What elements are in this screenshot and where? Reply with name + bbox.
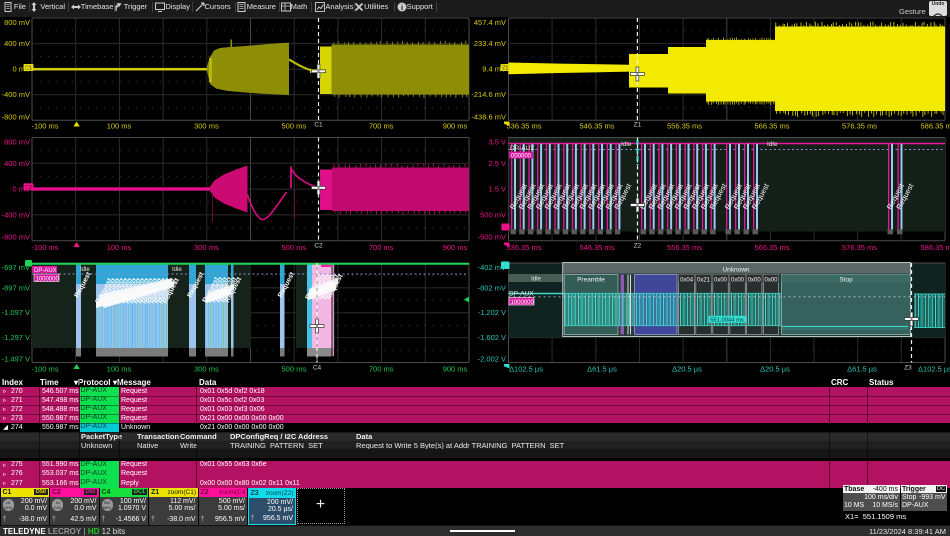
svg-text:Idle: Idle (80, 267, 90, 273)
svg-text:Δ61.5 µs: Δ61.5 µs (587, 365, 617, 374)
svg-text:Δ102.5 µs: Δ102.5 µs (509, 365, 543, 374)
svg-text:-100 ms: -100 ms (31, 122, 58, 131)
svg-text:1000000: 1000000 (36, 276, 60, 282)
svg-text:551.0044 ms: 551.0044 ms (710, 317, 744, 323)
svg-text:-1.602 V: -1.602 V (478, 333, 506, 342)
svg-text:300 ms: 300 ms (194, 122, 219, 131)
svg-text:900 ms: 900 ms (443, 122, 468, 131)
svg-text:Stop: Stop (839, 277, 853, 284)
svg-text:576.35 ms: 576.35 ms (842, 122, 877, 131)
svg-text:3.5 V: 3.5 V (488, 138, 506, 147)
svg-text:1.5 V: 1.5 V (488, 185, 506, 194)
svg-text:0 mV: 0 mV (12, 185, 30, 194)
svg-text:700 ms: 700 ms (369, 365, 394, 374)
svg-text:Idle: Idle (531, 277, 541, 283)
svg-text:586.35 ms: 586.35 ms (920, 122, 950, 131)
svg-text:-100 ms: -100 ms (31, 243, 58, 252)
svg-text:Z2: Z2 (634, 243, 642, 250)
svg-text:556.35 ms: 556.35 ms (667, 122, 702, 131)
svg-text:-402 mV: -402 mV (478, 263, 506, 272)
svg-text:Δ102.5 µs: Δ102.5 µs (918, 365, 950, 374)
svg-text:800 mV: 800 mV (4, 138, 30, 147)
svg-text:500 ms: 500 ms (281, 365, 306, 374)
svg-text:-438.6 mV: -438.6 mV (471, 112, 506, 121)
svg-text:0x00: 0x00 (748, 277, 762, 283)
svg-text:DP-AUX: DP-AUX (510, 145, 535, 152)
svg-text:576.35 ms: 576.35 ms (842, 243, 877, 252)
svg-text:566.35 ms: 566.35 ms (754, 243, 789, 252)
svg-text:Δ61.5 µs: Δ61.5 µs (847, 365, 877, 374)
svg-text:Idle: Idle (621, 141, 632, 148)
svg-text:DP-AUX: DP-AUX (509, 291, 534, 298)
svg-text:700 ms: 700 ms (369, 243, 394, 252)
svg-text:500 ms: 500 ms (281, 122, 306, 131)
svg-text:-214.6 mV: -214.6 mV (471, 90, 506, 99)
svg-text:800 mV: 800 mV (4, 18, 30, 27)
svg-text:Δ20.5 µs: Δ20.5 µs (672, 365, 702, 374)
svg-text:000000: 000000 (511, 153, 532, 159)
svg-text:400 mV: 400 mV (4, 39, 30, 48)
svg-text:Idle: Idle (172, 267, 182, 273)
svg-text:500 ms: 500 ms (281, 243, 306, 252)
svg-text:300 ms: 300 ms (194, 243, 219, 252)
svg-text:C1: C1 (314, 122, 323, 129)
svg-text:566.35 ms: 566.35 ms (754, 122, 789, 131)
svg-text:900 ms: 900 ms (443, 243, 468, 252)
svg-text:0x00: 0x00 (731, 277, 745, 283)
svg-text:-100 ms: -100 ms (31, 365, 58, 374)
svg-text:Z3: Z3 (904, 365, 912, 372)
svg-text:-400 mV: -400 mV (2, 90, 30, 99)
svg-text:-1.497 V: -1.497 V (2, 355, 30, 364)
svg-text:-1.202 V: -1.202 V (478, 308, 506, 317)
svg-text:1000000: 1000000 (511, 300, 535, 306)
svg-text:-400 mV: -400 mV (2, 210, 30, 219)
svg-text:0x04: 0x04 (680, 277, 694, 283)
svg-text:233.4 mV: 233.4 mV (474, 39, 506, 48)
svg-text:C4: C4 (313, 365, 322, 372)
svg-text:100 ms: 100 ms (107, 365, 132, 374)
svg-text:700 ms: 700 ms (369, 122, 394, 131)
svg-text:586.35 ms: 586.35 ms (920, 243, 950, 252)
svg-text:Z1: Z1 (634, 122, 642, 129)
svg-text:900 ms: 900 ms (443, 365, 468, 374)
svg-text:-1.097 V: -1.097 V (2, 308, 30, 317)
svg-text:0x00: 0x00 (764, 277, 778, 283)
svg-text:-2.002 V: -2.002 V (478, 355, 506, 364)
svg-text:2.5 V: 2.5 V (488, 159, 506, 168)
svg-text:DP-AUX: DP-AUX (34, 268, 57, 274)
svg-text:Δ20.5 µs: Δ20.5 µs (760, 365, 790, 374)
svg-text:-802 mV: -802 mV (478, 283, 506, 292)
svg-text:0 mV: 0 mV (12, 65, 30, 74)
svg-text:546.35 ms: 546.35 ms (579, 122, 614, 131)
svg-text:-1.297 V: -1.297 V (2, 333, 30, 342)
svg-text:9.4 mV: 9.4 mV (482, 65, 506, 74)
svg-text:400 mV: 400 mV (4, 159, 30, 168)
svg-text:0x21: 0x21 (697, 277, 711, 283)
svg-text:-500 mV: -500 mV (478, 233, 506, 242)
svg-text:546.35 ms: 546.35 ms (579, 243, 614, 252)
svg-text:457.4 mV: 457.4 mV (474, 18, 506, 27)
svg-text:500 mV: 500 mV (480, 210, 506, 219)
svg-text:-800 mV: -800 mV (2, 233, 30, 242)
svg-text:i: i (401, 2, 403, 11)
svg-text:536.35 ms: 536.35 ms (506, 122, 541, 131)
svg-text:Idle: Idle (767, 141, 778, 148)
svg-text:Preamble: Preamble (577, 277, 605, 284)
svg-text:-697 mV: -697 mV (2, 263, 30, 272)
svg-text:100 ms: 100 ms (107, 122, 132, 131)
svg-text:Unknown: Unknown (722, 267, 749, 274)
svg-text:-897 mV: -897 mV (2, 283, 30, 292)
svg-text:0x00: 0x00 (714, 277, 728, 283)
svg-text:-800 mV: -800 mV (2, 112, 30, 121)
svg-text:556.35 ms: 556.35 ms (667, 243, 702, 252)
svg-text:300 ms: 300 ms (194, 365, 219, 374)
svg-text:100 ms: 100 ms (107, 243, 132, 252)
svg-text:C2: C2 (314, 243, 323, 250)
svg-text:536.35 ms: 536.35 ms (506, 243, 541, 252)
